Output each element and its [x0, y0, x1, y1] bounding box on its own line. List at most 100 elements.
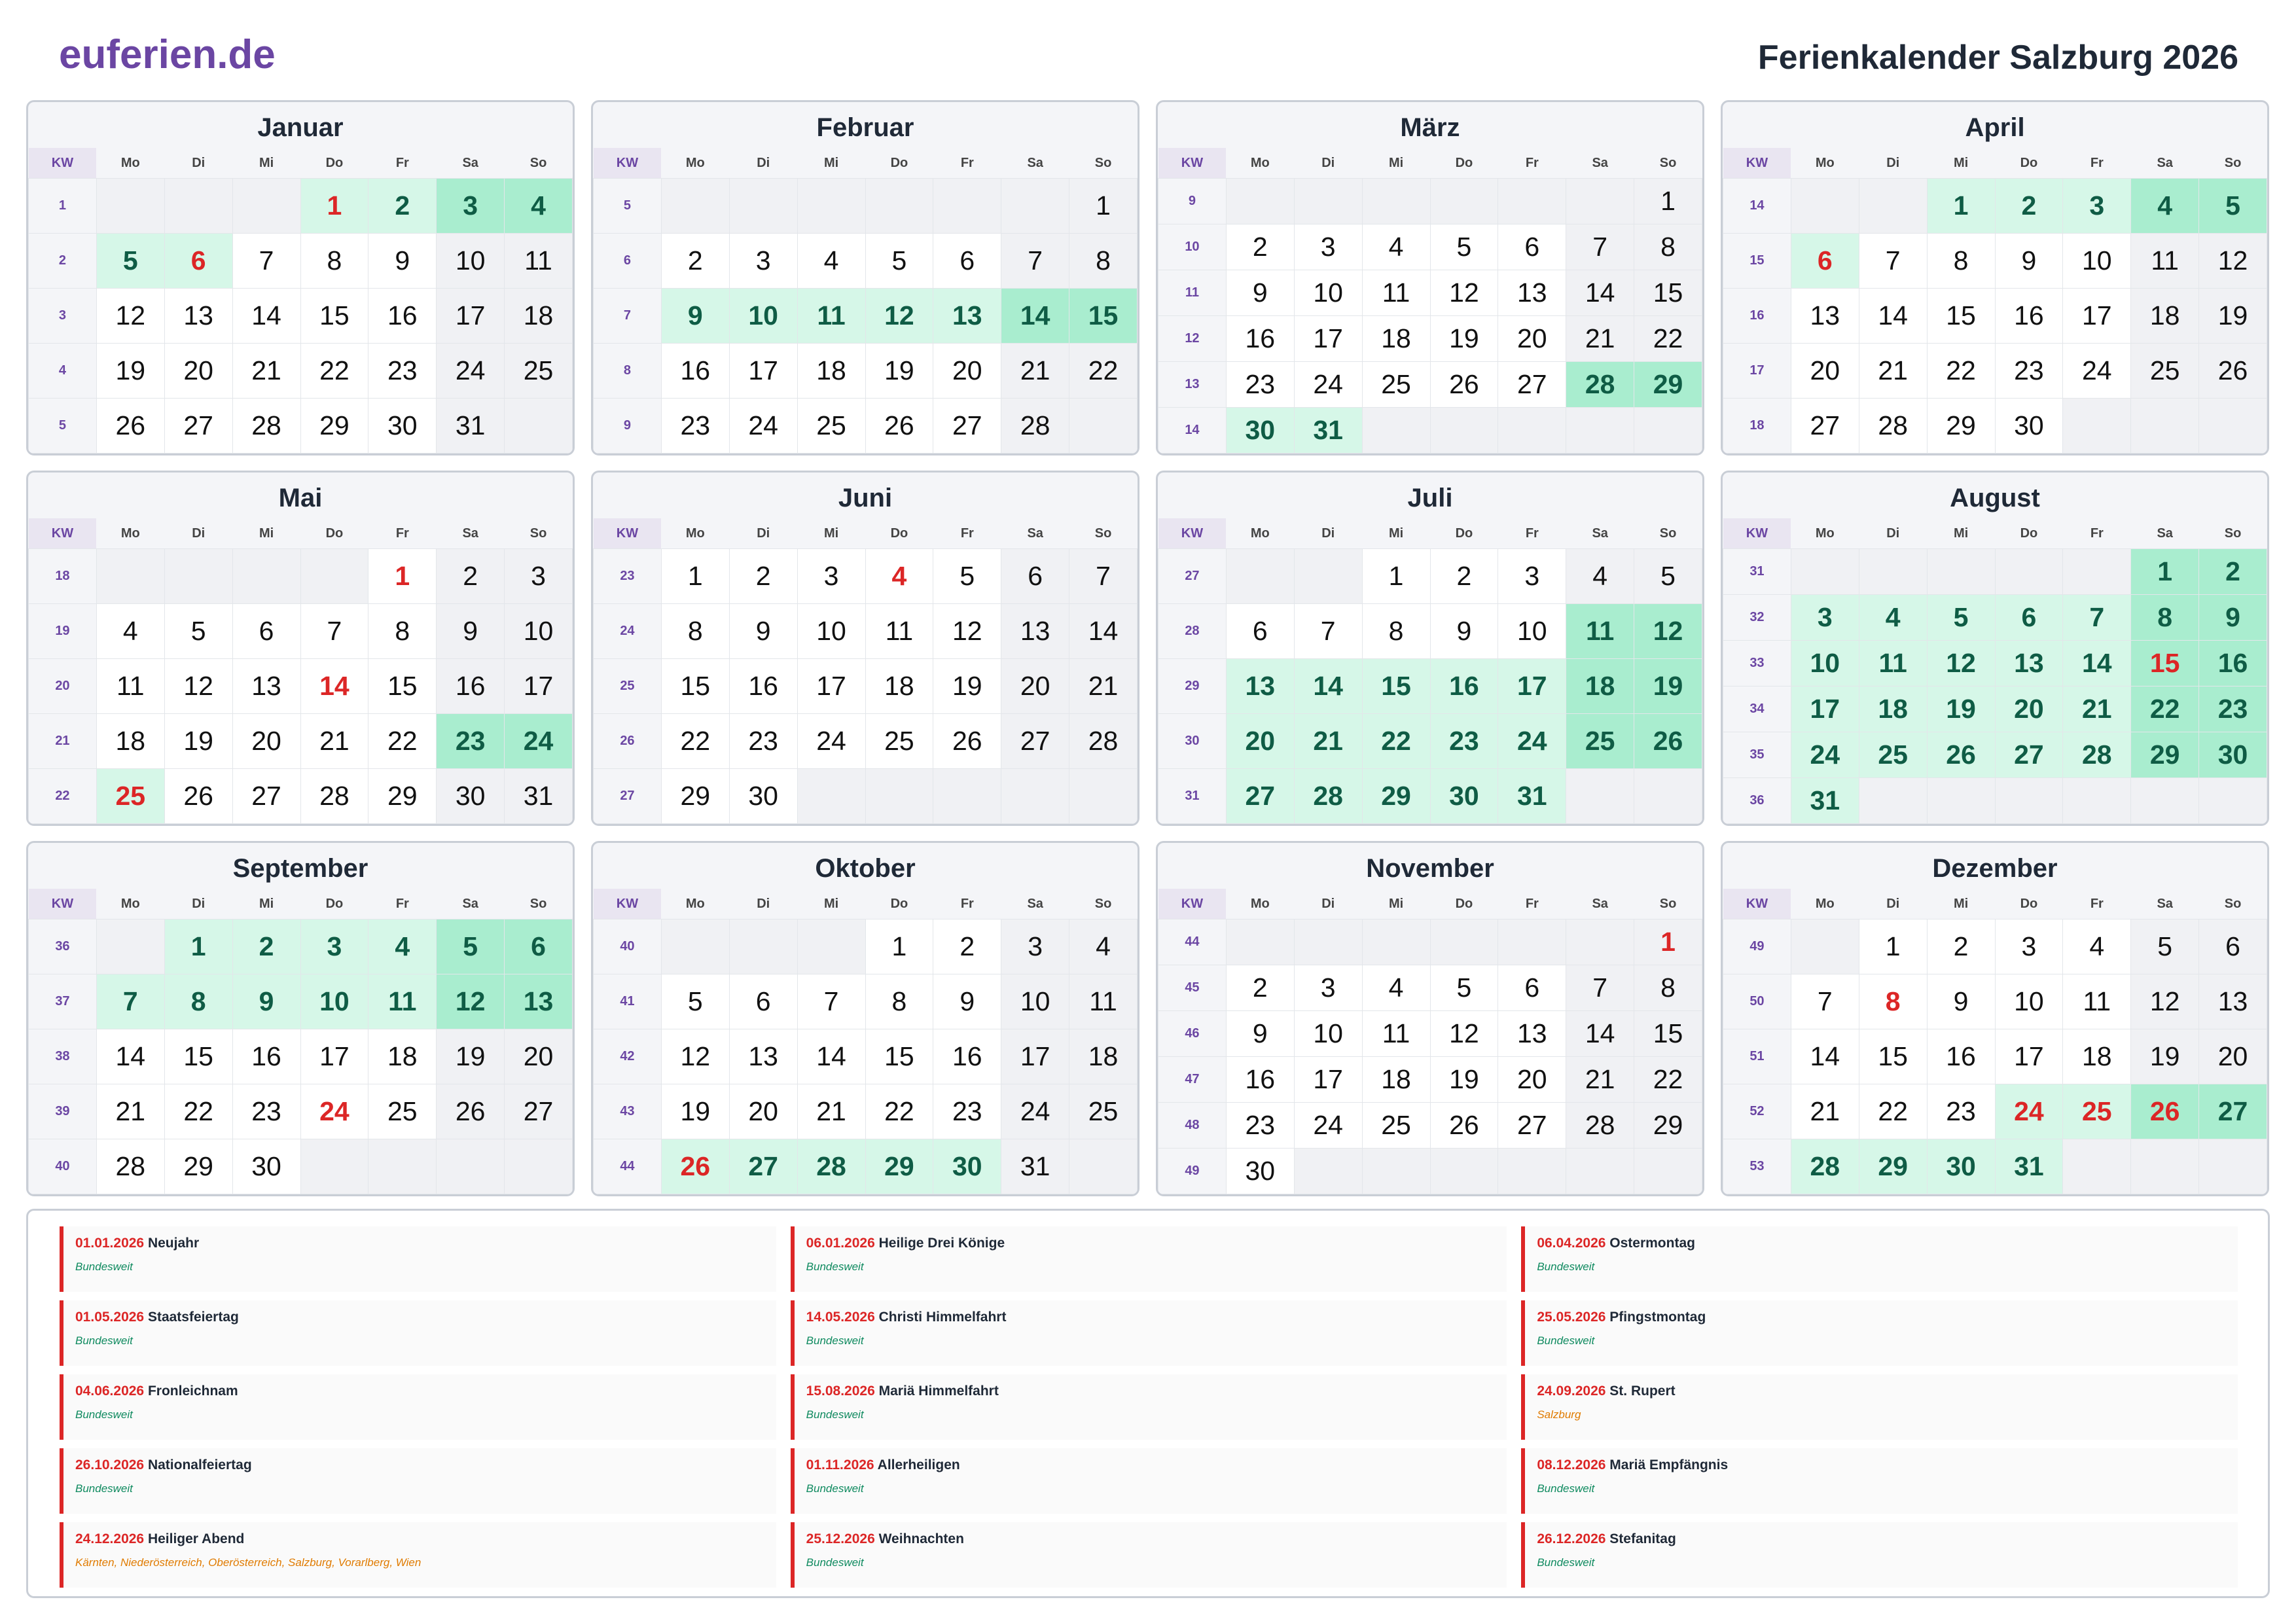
day-cell[interactable]: 12: [96, 288, 165, 344]
day-cell[interactable]: 9: [660, 288, 730, 344]
day-cell[interactable]: 8: [660, 603, 730, 659]
day-cell[interactable]: 8: [865, 974, 934, 1029]
day-cell[interactable]: 24: [1001, 1084, 1070, 1139]
day-cell[interactable]: 13: [728, 1029, 798, 1084]
day-cell[interactable]: 13: [1225, 658, 1295, 714]
day-cell[interactable]: 31: [1293, 407, 1363, 454]
day-cell[interactable]: 16: [1225, 1056, 1295, 1103]
day-cell[interactable]: 17: [300, 1029, 369, 1084]
day-cell[interactable]: 2: [232, 919, 301, 974]
day-cell[interactable]: 14: [300, 658, 369, 714]
day-cell[interactable]: 7: [1293, 603, 1363, 659]
day-cell[interactable]: 19: [2198, 288, 2267, 344]
day-cell[interactable]: 11: [504, 233, 573, 289]
day-cell[interactable]: 7: [96, 974, 165, 1029]
day-cell[interactable]: 5: [2198, 178, 2267, 234]
day-cell[interactable]: 15: [368, 658, 437, 714]
day-cell[interactable]: 23: [1926, 1084, 1996, 1139]
day-cell[interactable]: 4: [504, 178, 573, 234]
day-cell[interactable]: 26: [96, 398, 165, 454]
day-cell[interactable]: 13: [1498, 270, 1567, 316]
day-cell[interactable]: 27: [504, 1084, 573, 1139]
day-cell[interactable]: 28: [1566, 361, 1635, 408]
day-cell[interactable]: 20: [164, 343, 233, 399]
day-cell[interactable]: 7: [1566, 965, 1635, 1011]
day-cell[interactable]: 21: [1566, 1056, 1635, 1103]
day-cell[interactable]: 14: [96, 1029, 165, 1084]
day-cell[interactable]: 18: [1361, 1056, 1431, 1103]
day-cell[interactable]: 27: [728, 1139, 798, 1194]
day-cell[interactable]: 1: [164, 919, 233, 974]
day-cell[interactable]: 7: [1566, 224, 1635, 270]
day-cell[interactable]: 8: [1069, 233, 1138, 289]
day-cell[interactable]: 1: [1858, 919, 1928, 974]
day-cell[interactable]: 11: [1566, 603, 1635, 659]
day-cell[interactable]: 15: [1069, 288, 1138, 344]
day-cell[interactable]: 25: [1069, 1084, 1138, 1139]
day-cell[interactable]: 10: [1994, 974, 2064, 1029]
day-cell[interactable]: 2: [368, 178, 437, 234]
day-cell[interactable]: 4: [1069, 919, 1138, 974]
day-cell[interactable]: 16: [660, 343, 730, 399]
day-cell[interactable]: 5: [933, 548, 1002, 604]
day-cell[interactable]: 18: [865, 658, 934, 714]
day-cell[interactable]: 13: [1994, 640, 2064, 687]
day-cell[interactable]: 17: [728, 343, 798, 399]
day-cell[interactable]: 4: [2062, 919, 2132, 974]
day-cell[interactable]: 21: [1001, 343, 1070, 399]
day-cell[interactable]: 6: [1498, 965, 1567, 1011]
day-cell[interactable]: 28: [1790, 1139, 1859, 1194]
day-cell[interactable]: 24: [504, 713, 573, 769]
day-cell[interactable]: 9: [1429, 603, 1499, 659]
day-cell[interactable]: 22: [1069, 343, 1138, 399]
day-cell[interactable]: 26: [660, 1139, 730, 1194]
day-cell[interactable]: 2: [1225, 224, 1295, 270]
day-cell[interactable]: 14: [1566, 1010, 1635, 1057]
day-cell[interactable]: 5: [164, 603, 233, 659]
day-cell[interactable]: 13: [164, 288, 233, 344]
day-cell[interactable]: 5: [96, 233, 165, 289]
day-cell[interactable]: 20: [933, 343, 1002, 399]
day-cell[interactable]: 11: [1069, 974, 1138, 1029]
day-cell[interactable]: 13: [933, 288, 1002, 344]
day-cell[interactable]: 3: [797, 548, 866, 604]
day-cell[interactable]: 23: [1429, 713, 1499, 769]
day-cell[interactable]: 15: [1926, 288, 1996, 344]
day-cell[interactable]: 18: [2062, 1029, 2132, 1084]
day-cell[interactable]: 25: [2062, 1084, 2132, 1139]
day-cell[interactable]: 10: [1001, 974, 1070, 1029]
day-cell[interactable]: 3: [300, 919, 369, 974]
day-cell[interactable]: 26: [1429, 361, 1499, 408]
day-cell[interactable]: 11: [2130, 233, 2200, 289]
day-cell[interactable]: 2: [2198, 548, 2267, 595]
day-cell[interactable]: 26: [1429, 1102, 1499, 1149]
day-cell[interactable]: 7: [1858, 233, 1928, 289]
day-cell[interactable]: 1: [1926, 178, 1996, 234]
day-cell[interactable]: 8: [1361, 603, 1431, 659]
day-cell[interactable]: 25: [368, 1084, 437, 1139]
day-cell[interactable]: 10: [728, 288, 798, 344]
day-cell[interactable]: 19: [660, 1084, 730, 1139]
day-cell[interactable]: 27: [1001, 713, 1070, 769]
day-cell[interactable]: 20: [1498, 315, 1567, 362]
day-cell[interactable]: 6: [1790, 233, 1859, 289]
day-cell[interactable]: 30: [436, 768, 505, 824]
day-cell[interactable]: 30: [1926, 1139, 1996, 1194]
day-cell[interactable]: 18: [368, 1029, 437, 1084]
day-cell[interactable]: 3: [2062, 178, 2132, 234]
day-cell[interactable]: 29: [1361, 768, 1431, 824]
day-cell[interactable]: 15: [660, 658, 730, 714]
day-cell[interactable]: 1: [2130, 548, 2200, 595]
day-cell[interactable]: 1: [660, 548, 730, 604]
day-cell[interactable]: 2: [436, 548, 505, 604]
day-cell[interactable]: 22: [1858, 1084, 1928, 1139]
day-cell[interactable]: 23: [1994, 343, 2064, 399]
day-cell[interactable]: 27: [164, 398, 233, 454]
day-cell[interactable]: 4: [1361, 224, 1431, 270]
day-cell[interactable]: 7: [797, 974, 866, 1029]
day-cell[interactable]: 8: [164, 974, 233, 1029]
day-cell[interactable]: 23: [436, 713, 505, 769]
day-cell[interactable]: 2: [1429, 548, 1499, 604]
day-cell[interactable]: 27: [2198, 1084, 2267, 1139]
day-cell[interactable]: 9: [436, 603, 505, 659]
